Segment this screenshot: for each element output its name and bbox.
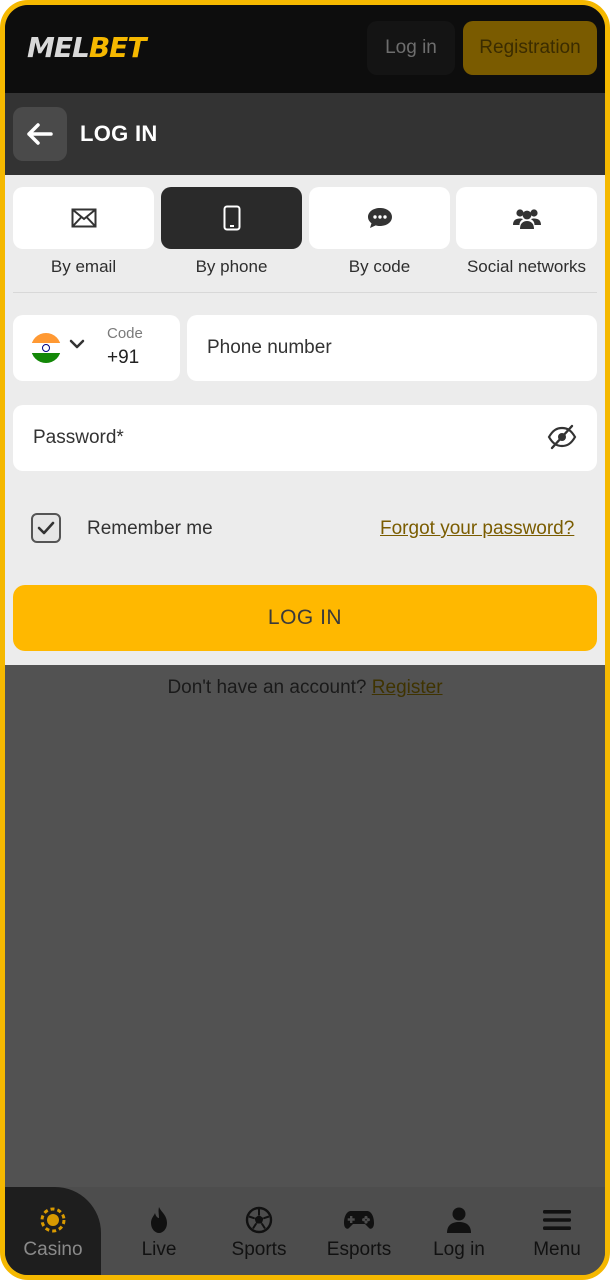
arrow-left-icon bbox=[27, 123, 53, 145]
register-link[interactable]: Register bbox=[372, 677, 443, 698]
tab-by-phone[interactable] bbox=[161, 187, 302, 249]
password-placeholder: Password* bbox=[33, 427, 124, 448]
tab-social-networks-label: Social networks bbox=[466, 257, 587, 276]
tabs-divider bbox=[13, 292, 597, 293]
tab-by-email[interactable] bbox=[13, 187, 154, 249]
password-input[interactable]: Password* bbox=[13, 405, 597, 471]
country-code-selector[interactable]: Code +91 bbox=[13, 315, 180, 381]
india-flag-icon bbox=[31, 333, 61, 363]
nav-esports-label: Esports bbox=[326, 1239, 392, 1260]
forgot-password-link[interactable]: Forgot your password? bbox=[380, 518, 574, 540]
users-icon bbox=[512, 209, 541, 229]
tab-by-email-label: By email bbox=[50, 257, 117, 276]
nav-live[interactable]: Live bbox=[109, 1187, 209, 1275]
nav-log-in[interactable]: Log in bbox=[409, 1187, 509, 1275]
tab-by-phone-label: By phone bbox=[195, 257, 268, 276]
app-frame: MELBET Log in Registration LOG IN By ema… bbox=[0, 0, 610, 1280]
nav-sports[interactable]: Sports bbox=[209, 1187, 309, 1275]
nav-log-in-label: Log in bbox=[433, 1239, 485, 1260]
registration-button[interactable]: Registration bbox=[463, 21, 597, 75]
login-form: By email By phone By code Social network… bbox=[5, 175, 605, 665]
melbet-logo[interactable]: MELBET bbox=[27, 31, 146, 64]
nav-live-label: Live bbox=[141, 1239, 177, 1260]
nav-menu[interactable]: Menu bbox=[507, 1187, 605, 1275]
eye-slash-icon[interactable] bbox=[547, 424, 577, 450]
back-button[interactable] bbox=[13, 107, 67, 161]
casino-chip-icon bbox=[40, 1207, 66, 1233]
nav-esports[interactable]: Esports bbox=[309, 1187, 409, 1275]
chat-bubble-icon bbox=[367, 208, 392, 228]
phone-number-placeholder: Phone number bbox=[207, 337, 332, 358]
tab-by-code[interactable] bbox=[309, 187, 450, 249]
hamburger-menu-icon bbox=[543, 1210, 571, 1230]
page-title: LOG IN bbox=[80, 121, 158, 146]
tab-social-networks[interactable] bbox=[456, 187, 597, 249]
flame-icon bbox=[151, 1207, 167, 1233]
phone-number-input[interactable]: Phone number bbox=[187, 315, 597, 381]
top-login-button[interactable]: Log in bbox=[367, 21, 455, 75]
nav-casino-label: Casino bbox=[23, 1239, 83, 1260]
nav-menu-label: Menu bbox=[533, 1239, 581, 1260]
user-icon bbox=[447, 1207, 471, 1233]
envelope-icon bbox=[71, 208, 96, 228]
soccer-ball-icon bbox=[245, 1206, 273, 1234]
gamepad-icon bbox=[344, 1211, 374, 1229]
login-submit-button[interactable]: LOG IN bbox=[13, 585, 597, 651]
signup-prompt: Don't have an account? Register bbox=[167, 677, 443, 698]
code-label: Code bbox=[107, 325, 143, 342]
nav-sports-label: Sports bbox=[231, 1239, 287, 1260]
bottom-navigation: Casino Live Sports Esports Log in Menu bbox=[5, 1187, 605, 1275]
chevron-down-icon bbox=[69, 339, 85, 349]
nav-casino[interactable]: Casino bbox=[5, 1187, 101, 1275]
checkmark-icon bbox=[37, 521, 55, 535]
smartphone-icon bbox=[223, 205, 240, 231]
top-bar: MELBET Log in Registration bbox=[5, 5, 605, 93]
remember-me-checkbox[interactable] bbox=[31, 513, 61, 543]
tab-by-code-label: By code bbox=[348, 257, 411, 276]
page-header: LOG IN bbox=[5, 93, 605, 175]
remember-me-label[interactable]: Remember me bbox=[87, 518, 213, 540]
code-value: +91 bbox=[107, 347, 140, 368]
